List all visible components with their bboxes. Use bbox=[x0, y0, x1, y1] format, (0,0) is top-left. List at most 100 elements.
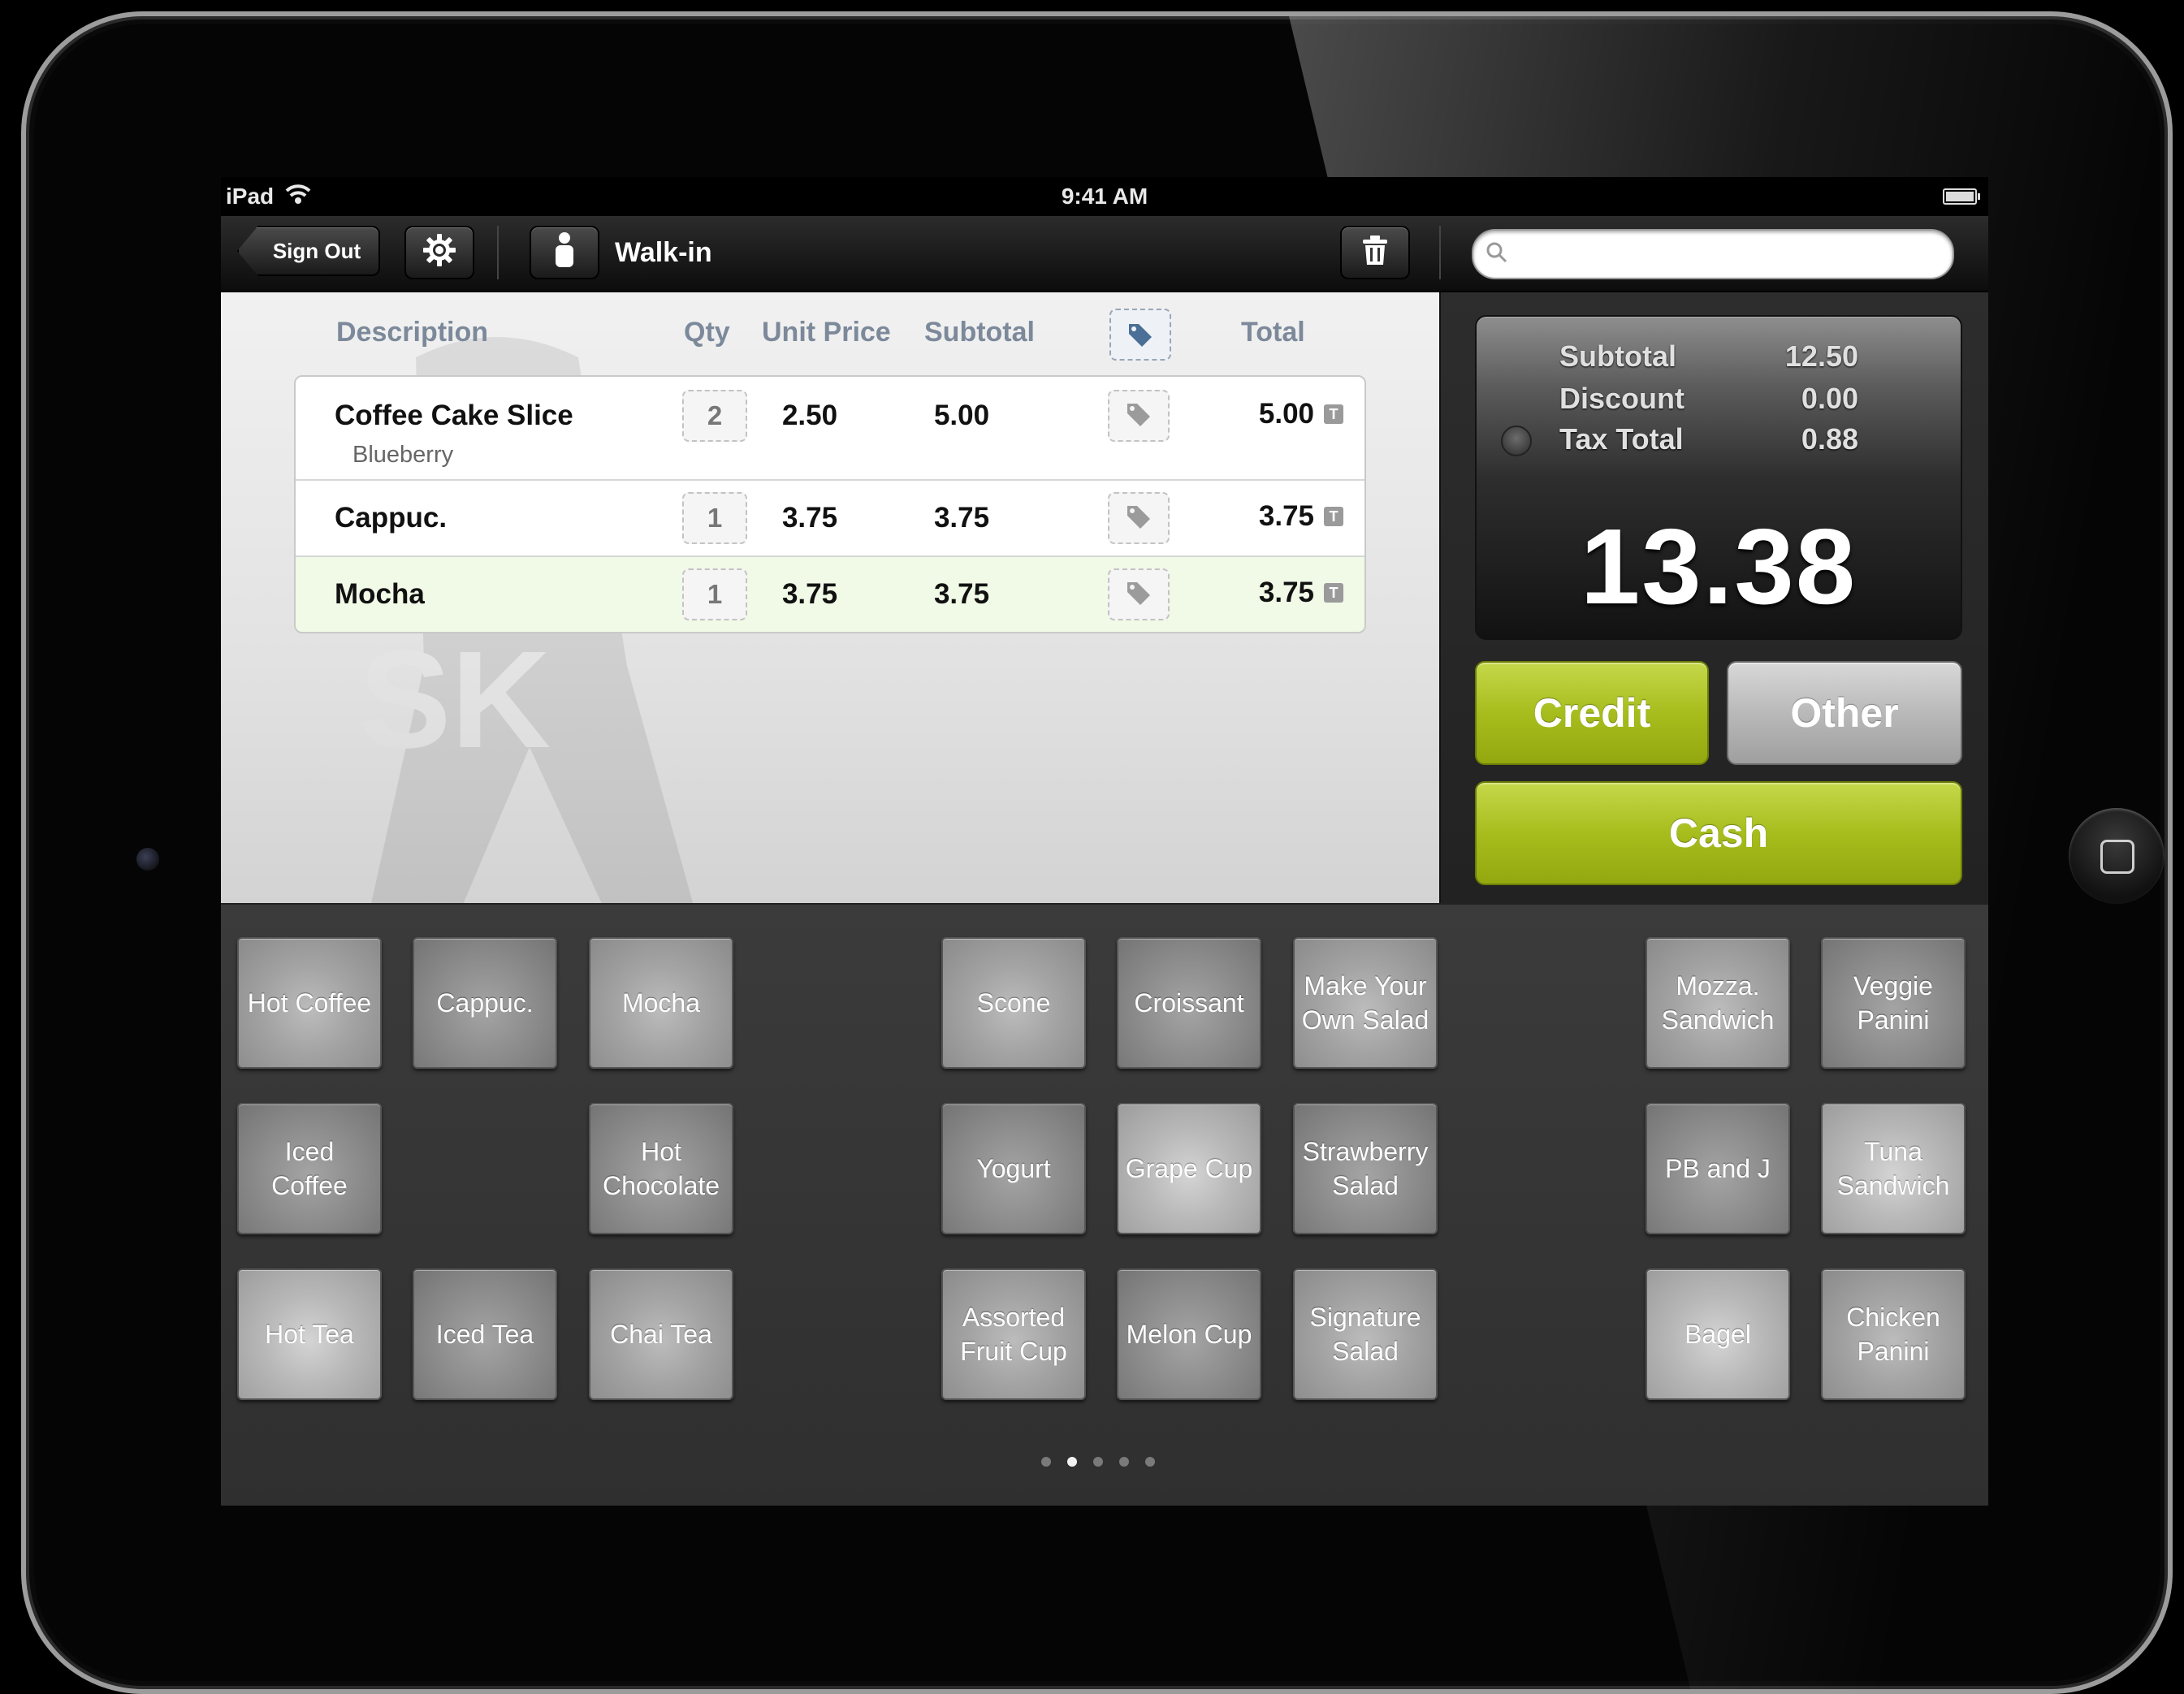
item-total: 3.75 bbox=[1258, 500, 1314, 532]
product-tile[interactable]: Veggie Panini bbox=[1821, 937, 1966, 1069]
trash-icon bbox=[1361, 234, 1389, 272]
order-panel: SK Description Qty Unit Price Subtotal T… bbox=[221, 292, 1439, 903]
page-indicator[interactable] bbox=[1041, 1457, 1155, 1467]
header-qty: Qty bbox=[684, 317, 730, 348]
order-row-selected[interactable]: Mocha 1 3.75 3.75 3.75 T bbox=[296, 555, 1364, 632]
order-header: Description Qty Unit Price Subtotal Tota… bbox=[221, 309, 1439, 361]
product-tile[interactable]: Assorted Fruit Cup bbox=[941, 1268, 1086, 1400]
product-tile[interactable]: Yogurt bbox=[941, 1103, 1086, 1234]
product-tile[interactable]: Cappuc. bbox=[413, 937, 557, 1069]
other-payment-button[interactable]: Other bbox=[1727, 661, 1962, 765]
toolbar-divider bbox=[497, 226, 499, 279]
page-dot[interactable] bbox=[1145, 1457, 1155, 1467]
clear-order-button[interactable] bbox=[1340, 226, 1410, 279]
product-tile[interactable]: Hot Chocolate bbox=[589, 1103, 733, 1234]
product-tile[interactable]: Hot Tea bbox=[237, 1268, 382, 1400]
product-tile[interactable]: PB and J bbox=[1646, 1103, 1790, 1234]
discount-tag-button[interactable] bbox=[1108, 390, 1170, 442]
product-tile[interactable]: Strawberry Salad bbox=[1293, 1103, 1438, 1234]
order-row[interactable]: Cappuc. 1 3.75 3.75 3.75 T bbox=[296, 479, 1364, 555]
screen: iPad 9:41 AM Sign Out Walk-in SK Descrip… bbox=[221, 177, 1988, 1506]
home-button-icon bbox=[2100, 840, 2134, 874]
product-tile[interactable]: Chicken Panini bbox=[1821, 1268, 1966, 1400]
search-box[interactable] bbox=[1472, 229, 1954, 279]
unit-price: 3.75 bbox=[781, 502, 838, 534]
search-input[interactable] bbox=[1517, 236, 1943, 273]
cash-button[interactable]: Cash bbox=[1475, 781, 1962, 885]
toolbar-divider bbox=[1439, 226, 1441, 279]
subtotal-label: Subtotal bbox=[1559, 339, 1676, 373]
product-tile[interactable]: Scone bbox=[941, 937, 1086, 1069]
product-tile[interactable]: Signature Salad bbox=[1293, 1268, 1438, 1400]
tax-indicator-icon: T bbox=[1324, 507, 1343, 526]
sign-out-button[interactable]: Sign Out bbox=[237, 226, 380, 276]
page-dot-active[interactable] bbox=[1067, 1457, 1077, 1467]
unit-price: 2.50 bbox=[781, 400, 838, 431]
item-total: 5.00 bbox=[1258, 398, 1314, 430]
product-tile[interactable]: Melon Cup bbox=[1117, 1268, 1261, 1400]
status-bar: iPad 9:41 AM bbox=[221, 177, 1988, 216]
settings-button[interactable] bbox=[404, 226, 474, 279]
discount-value: 0.00 bbox=[1801, 382, 1858, 415]
qty-field[interactable]: 1 bbox=[682, 568, 747, 620]
discount-tag-button[interactable] bbox=[1108, 492, 1170, 544]
header-description: Description bbox=[336, 317, 489, 348]
tag-icon bbox=[1109, 309, 1171, 361]
credit-button[interactable]: Credit bbox=[1475, 661, 1709, 765]
product-tile[interactable]: Tuna Sandwich bbox=[1821, 1103, 1966, 1234]
page-dot[interactable] bbox=[1119, 1457, 1129, 1467]
subtotal: 3.75 bbox=[933, 502, 990, 534]
discount-tag-button[interactable] bbox=[1108, 568, 1170, 620]
product-grid: Hot Coffee Cappuc. Mocha Iced Coffee Hot… bbox=[221, 903, 1988, 1506]
tax-total-label: Tax Total bbox=[1559, 422, 1684, 456]
subtotal: 5.00 bbox=[933, 400, 990, 431]
header-unit-price: Unit Price bbox=[762, 317, 891, 348]
qty-field[interactable]: 2 bbox=[682, 390, 747, 442]
product-tile[interactable]: Mocha bbox=[589, 937, 733, 1069]
item-variant: Blueberry bbox=[352, 442, 454, 468]
customer-name: Walk-in bbox=[615, 237, 712, 268]
page-dot[interactable] bbox=[1093, 1457, 1103, 1467]
tax-indicator-icon: T bbox=[1324, 583, 1343, 603]
search-icon bbox=[1485, 240, 1509, 269]
product-tile[interactable]: Croissant bbox=[1117, 937, 1261, 1069]
gear-icon bbox=[421, 231, 458, 274]
battery-icon bbox=[1943, 188, 1980, 205]
home-button[interactable] bbox=[2069, 808, 2165, 904]
qty-field[interactable]: 1 bbox=[682, 492, 747, 544]
product-tile[interactable]: Bagel bbox=[1646, 1268, 1790, 1400]
tax-toggle[interactable] bbox=[1501, 426, 1532, 456]
status-time: 9:41 AM bbox=[1061, 184, 1148, 209]
toolbar: Sign Out Walk-in bbox=[221, 216, 1988, 292]
product-tile[interactable]: Iced Coffee bbox=[237, 1103, 382, 1234]
product-tile[interactable]: Grape Cup bbox=[1117, 1103, 1261, 1234]
grand-total: 13.38 bbox=[1580, 507, 1857, 626]
tag-icon bbox=[1125, 503, 1153, 534]
tax-total-value: 0.88 bbox=[1801, 422, 1858, 456]
unit-price: 3.75 bbox=[781, 578, 838, 610]
tag-icon bbox=[1125, 400, 1153, 432]
order-list: Coffee Cake Slice Blueberry 2 2.50 5.00 … bbox=[294, 375, 1366, 633]
tax-indicator-icon: T bbox=[1324, 404, 1343, 424]
product-tile[interactable]: Make Your Own Salad bbox=[1293, 937, 1438, 1069]
svg-text:SK: SK bbox=[359, 623, 551, 777]
totals-panel: Subtotal 12.50 Discount 0.00 Tax Total 0… bbox=[1439, 292, 1988, 903]
subtotal: 3.75 bbox=[933, 578, 990, 610]
order-row[interactable]: Coffee Cake Slice Blueberry 2 2.50 5.00 … bbox=[296, 377, 1364, 479]
product-tile[interactable]: Iced Tea bbox=[413, 1268, 557, 1400]
item-name: Cappuc. bbox=[335, 502, 448, 534]
page-dot[interactable] bbox=[1041, 1457, 1051, 1467]
header-total: Total bbox=[1241, 317, 1305, 348]
item-total: 3.75 bbox=[1258, 577, 1314, 608]
header-discount-tag[interactable] bbox=[1109, 309, 1171, 361]
discount-label: Discount bbox=[1559, 382, 1685, 415]
person-icon bbox=[552, 231, 577, 274]
tag-icon bbox=[1125, 579, 1153, 611]
product-tile[interactable]: Hot Coffee bbox=[237, 937, 382, 1069]
product-tile[interactable]: Chai Tea bbox=[589, 1268, 733, 1400]
header-subtotal: Subtotal bbox=[924, 317, 1035, 348]
item-name: Coffee Cake Slice bbox=[335, 400, 573, 431]
product-tile[interactable]: Mozza. Sandwich bbox=[1646, 937, 1790, 1069]
customer-button[interactable] bbox=[530, 226, 599, 279]
subtotal-value: 12.50 bbox=[1784, 339, 1858, 373]
